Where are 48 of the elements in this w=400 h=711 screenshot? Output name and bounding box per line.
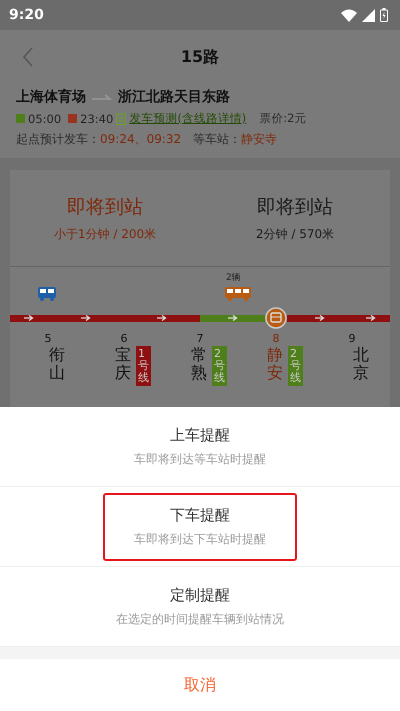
document-icon	[116, 112, 126, 124]
arrow-icon	[81, 315, 91, 321]
back-icon[interactable]	[22, 47, 34, 67]
bus-count: 2辆	[226, 272, 241, 284]
page-title: 15路	[180, 46, 220, 68]
station-name[interactable]: 宝庆	[115, 346, 131, 386]
reminder-option[interactable]: 下车提醒 车即将到达下车站时提醒	[103, 492, 297, 560]
metro-line-badge: 1号线	[136, 346, 151, 386]
arrow-icon	[314, 315, 324, 321]
arrival-item[interactable]: 即将到站 小于1分钟 / 200米	[10, 170, 200, 266]
station-number: 5	[44, 332, 52, 346]
arrow-icon	[24, 315, 34, 321]
last-bus-time: 23:40	[80, 112, 114, 126]
station-name[interactable]: 静安	[267, 346, 283, 386]
metro-line-badge: 2号线	[212, 346, 227, 386]
prediction-link[interactable]: 发车预测(含线路详情)	[129, 111, 246, 126]
reminder-option[interactable]: 定制提醒 在选定的时间提醒车辆到站情况	[103, 572, 297, 640]
signal-icon	[362, 8, 375, 22]
arrow-icon	[366, 315, 376, 321]
arrival-status: 即将到站	[257, 194, 333, 220]
wifi-icon	[341, 8, 357, 22]
departure-label: 起点预计发车：	[16, 131, 100, 148]
arrival-detail: 小于1分钟 / 200米	[54, 226, 156, 242]
arrival-status: 即将到站	[67, 194, 143, 220]
departure-times: 09:24、09:32	[100, 131, 182, 148]
metro-line-badge: 2号线	[288, 346, 303, 386]
station-number: 9	[348, 332, 356, 346]
first-bus-icon	[16, 114, 25, 123]
route-end: 浙江北路天目东路	[118, 88, 230, 106]
stop-name: 静安寺	[241, 131, 278, 148]
route-start: 上海体育场	[16, 88, 86, 106]
station-number: 6	[120, 332, 128, 346]
arrival-item[interactable]: 即将到站 2分钟 / 570米	[200, 170, 390, 266]
status-time: 9:20	[9, 7, 44, 23]
battery-icon	[380, 8, 388, 22]
fare-text: 票价:2元	[259, 111, 306, 126]
arrival-detail: 2分钟 / 570米	[256, 226, 334, 242]
station-name[interactable]: 衔山	[49, 346, 65, 382]
stop-label: 等车站：	[193, 131, 242, 148]
arrow-icon	[157, 315, 167, 321]
first-bus-time: 05:00	[28, 112, 62, 126]
station-number: 8	[272, 332, 280, 346]
station-name[interactable]: 北京	[353, 346, 369, 382]
arrow-icon	[228, 315, 238, 321]
reminder-option[interactable]: 上车提醒 车即将到达等车站时提醒	[103, 412, 297, 480]
last-bus-icon	[68, 114, 78, 123]
station-number: 7	[196, 332, 204, 346]
station-name[interactable]: 常熟	[191, 346, 207, 386]
